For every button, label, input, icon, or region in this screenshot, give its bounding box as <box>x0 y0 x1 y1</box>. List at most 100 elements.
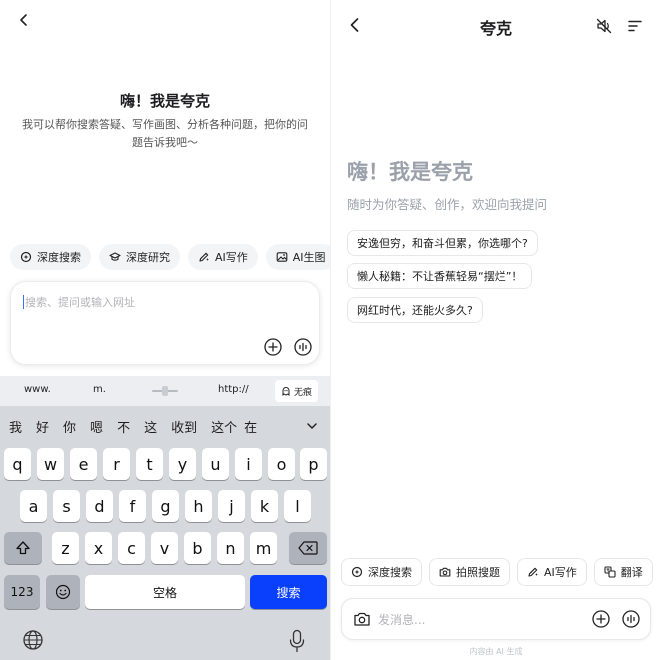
shortcut-www[interactable]: www. <box>24 384 51 395</box>
candidate-word[interactable]: 好 <box>29 417 56 436</box>
feature-chip-row: 深度搜索 拍照搜题 AI写作 翻译 <box>341 558 653 586</box>
chip-deep-search[interactable]: 深度搜索 <box>10 244 91 270</box>
language-switch-button[interactable] <box>22 629 44 651</box>
key-e[interactable]: e <box>70 448 97 480</box>
voice-wave-icon <box>622 610 640 628</box>
camera-button[interactable] <box>352 609 372 629</box>
chip-deep-search[interactable]: 深度搜索 <box>341 558 422 586</box>
key-c[interactable]: c <box>118 532 145 564</box>
chip-translate[interactable]: 翻译 <box>593 558 653 586</box>
candidate-word[interactable]: 收到 <box>164 417 204 436</box>
key-a[interactable]: a <box>20 490 47 522</box>
menu-button[interactable] <box>624 15 646 37</box>
candidate-word[interactable]: 这 <box>137 417 164 436</box>
speaker-muted-icon <box>596 18 612 34</box>
message-input-box <box>341 598 651 640</box>
chip-label: 深度研究 <box>126 251 170 264</box>
key-t[interactable]: t <box>136 448 163 480</box>
ghost-icon <box>282 387 290 396</box>
key-d[interactable]: d <box>86 490 113 522</box>
cursor-slider-icon[interactable] <box>152 385 178 397</box>
chip-photo-search[interactable]: 拍照搜题 <box>429 558 510 586</box>
chip-ai-image[interactable]: AI生图 <box>265 244 330 270</box>
chip-label: AI写作 <box>215 251 248 264</box>
keyboard-shortcut-bar: www. m. http:// 无痕 <box>0 376 330 406</box>
search-box <box>10 281 320 365</box>
candidate-word[interactable]: 嗯 <box>83 417 110 436</box>
key-z[interactable]: z <box>52 532 79 564</box>
candidate-word[interactable]: 在 <box>244 417 258 436</box>
candidate-word[interactable]: 不 <box>110 417 137 436</box>
key-n[interactable]: n <box>217 532 244 564</box>
message-input[interactable] <box>378 610 578 630</box>
greeting-title: 嗨！我是夸克 <box>347 160 473 184</box>
chip-label: AI写作 <box>544 566 577 579</box>
greeting-subtitle: 我可以帮你搜索答疑、写作画图、分析各种问题，把你的问题告诉我吧～ <box>22 118 308 149</box>
incognito-label: 无痕 <box>293 387 312 398</box>
key-m[interactable]: m <box>250 532 277 564</box>
candidate-word[interactable]: 我 <box>0 417 29 436</box>
shift-key[interactable] <box>4 532 42 564</box>
suggestion-question[interactable]: 安逸但穷，和奋斗但累，你选哪个? <box>347 230 538 256</box>
key-r[interactable]: r <box>103 448 130 480</box>
chip-label: 拍照搜题 <box>456 566 500 579</box>
key-f[interactable]: f <box>119 490 146 522</box>
key-k[interactable]: k <box>251 490 278 522</box>
chip-label: 深度搜索 <box>368 566 412 579</box>
chip-ai-writing[interactable]: AI写作 <box>188 244 258 270</box>
greeting-subtitle: 随时为你答疑、创作，欢迎向我提问 <box>347 197 548 212</box>
incognito-toggle[interactable]: 无痕 <box>274 380 318 402</box>
key-g[interactable]: g <box>152 490 179 522</box>
key-b[interactable]: b <box>184 532 211 564</box>
add-button[interactable] <box>591 609 611 629</box>
key-p[interactable]: p <box>300 448 327 480</box>
chip-deep-research[interactable]: 深度研究 <box>99 244 180 270</box>
key-i[interactable]: i <box>235 448 262 480</box>
image-icon <box>276 252 288 262</box>
greeting-title: 嗨！我是夸克 <box>119 92 210 110</box>
candidate-word[interactable]: 你 <box>56 417 83 436</box>
key-l[interactable]: l <box>284 490 311 522</box>
candidate-bar: 我 好 你 嗯 不 这 收到 这个 在 <box>0 414 330 438</box>
voice-wave-icon <box>294 338 312 356</box>
key-y[interactable]: y <box>169 448 196 480</box>
search-key[interactable]: 搜索 <box>250 575 327 609</box>
suggestion-question[interactable]: 网红时代，还能火多久? <box>347 297 483 323</box>
sparkle-search-icon <box>351 566 363 578</box>
key-q[interactable]: q <box>4 448 31 480</box>
space-key[interactable]: 空格 <box>85 575 245 609</box>
key-u[interactable]: u <box>202 448 229 480</box>
key-j[interactable]: j <box>218 490 245 522</box>
key-x[interactable]: x <box>85 532 112 564</box>
key-o[interactable]: o <box>268 448 295 480</box>
back-button[interactable] <box>12 8 36 32</box>
feature-chip-row: 深度搜索 深度研究 AI写作 AI生图 <box>10 244 330 270</box>
add-button[interactable] <box>263 337 283 357</box>
plus-circle-icon <box>264 338 282 356</box>
camera-icon <box>354 612 370 626</box>
right-screen: 夸克 嗨！我是夸克 随时为你答疑、创作，欢迎向我提问 安逸但穷，和奋斗但累，你选… <box>330 0 660 660</box>
emoji-key[interactable] <box>46 575 80 609</box>
shortcut-http[interactable]: http:// <box>218 384 249 395</box>
numbers-key[interactable]: 123 <box>4 575 40 609</box>
plus-circle-icon <box>592 610 610 628</box>
backspace-key[interactable] <box>289 532 327 564</box>
candidate-word[interactable]: 这个 <box>204 417 244 436</box>
key-s[interactable]: s <box>53 490 80 522</box>
chip-ai-writing[interactable]: AI写作 <box>517 558 587 586</box>
search-input[interactable] <box>25 292 305 312</box>
shortcut-m[interactable]: m. <box>93 384 106 395</box>
key-w[interactable]: w <box>37 448 64 480</box>
key-v[interactable]: v <box>151 532 178 564</box>
chip-label: AI生图 <box>292 251 326 264</box>
ai-disclaimer: 内容由 AI 生成 <box>469 647 523 656</box>
voice-button[interactable] <box>621 609 641 629</box>
chevron-down-icon <box>307 423 317 429</box>
voice-button[interactable] <box>293 337 313 357</box>
dictation-button[interactable] <box>288 629 306 653</box>
shift-arrow-icon <box>16 541 30 555</box>
key-h[interactable]: h <box>185 490 212 522</box>
mute-button[interactable] <box>593 15 615 37</box>
suggestion-question[interactable]: 懒人秘籍：不让香蕉轻易“摆烂”！ <box>347 263 533 289</box>
candidate-expand-button[interactable] <box>302 416 322 436</box>
